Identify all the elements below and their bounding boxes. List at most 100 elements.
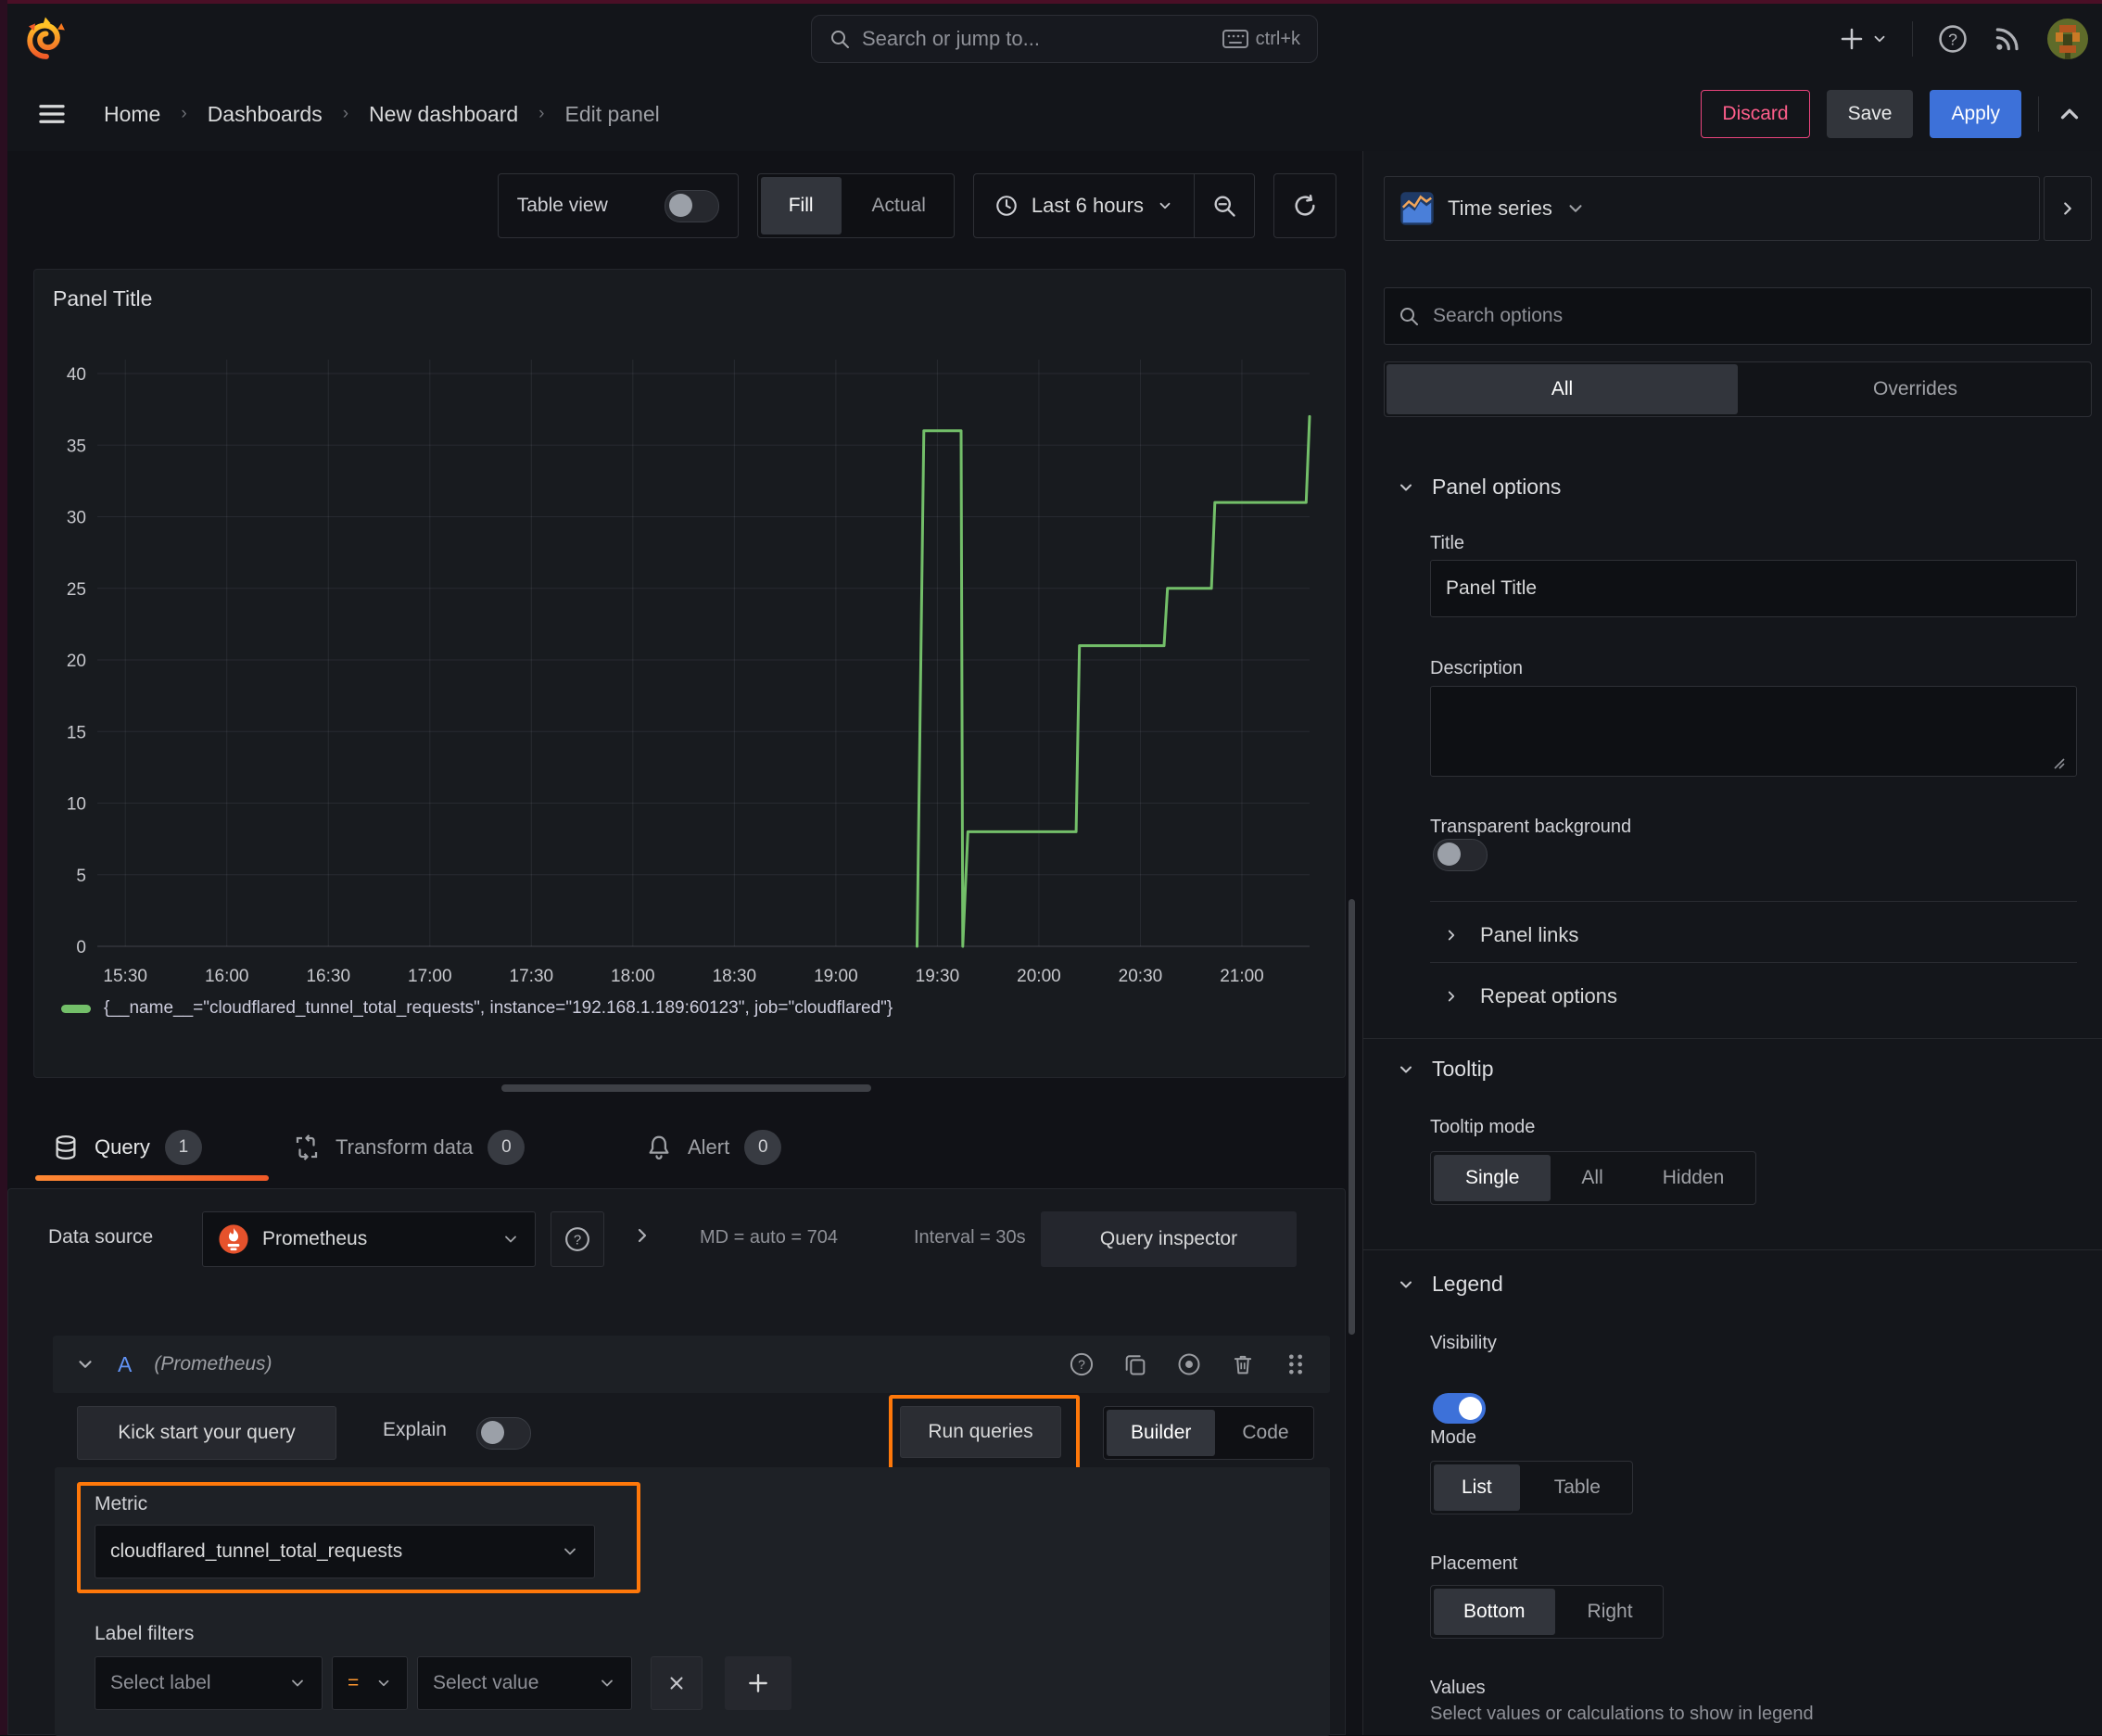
fill-option[interactable]: Fill [760, 177, 842, 234]
tab-alert[interactable]: Alert 0 [645, 1121, 782, 1173]
legend-series-swatch[interactable] [61, 1004, 91, 1013]
bell-icon [649, 1135, 669, 1159]
breadcrumb: Home › Dashboards › New dashboard › Edit… [104, 77, 660, 151]
visualization-picker[interactable]: Time series [1384, 176, 2040, 241]
section-divider [1363, 1249, 2102, 1250]
toggle-viz-picker-button[interactable] [2044, 176, 2092, 241]
code-option[interactable]: Code [1218, 1407, 1312, 1459]
panel-toolbar: Table view Fill Actual Last 6 hours [497, 173, 1336, 238]
builder-code-group: Builder Code [1103, 1406, 1314, 1460]
duplicate-query-icon[interactable] [1122, 1351, 1148, 1377]
tab-query[interactable]: Query 1 [52, 1121, 202, 1173]
panel-options-header[interactable]: Panel options [1397, 475, 1561, 500]
select-value-dropdown[interactable]: Select value [417, 1656, 632, 1710]
news-button[interactable] [1993, 24, 2022, 54]
metric-select[interactable]: cloudflared_tunnel_total_requests [95, 1525, 595, 1578]
chevron-down-icon [292, 1679, 303, 1687]
chevron-down-icon [1569, 205, 1582, 212]
breadcrumb-separator: › [538, 104, 545, 123]
tab-transform[interactable]: Transform data 0 [293, 1121, 526, 1173]
select-label-dropdown[interactable]: Select label [95, 1656, 323, 1710]
tab-all[interactable]: All [1387, 364, 1738, 414]
tooltip-mode-group: Single All Hidden [1430, 1151, 1757, 1205]
builder-option[interactable]: Builder [1107, 1410, 1216, 1456]
apply-button[interactable]: Apply [1930, 90, 2021, 138]
options-search-input[interactable] [1431, 304, 2078, 328]
discard-button[interactable]: Discard [1701, 90, 1810, 138]
user-avatar[interactable] [2046, 18, 2089, 60]
svg-text:19:00: 19:00 [814, 967, 858, 986]
add-filter-button[interactable] [725, 1656, 791, 1710]
breadcrumb-home[interactable]: Home [104, 102, 160, 127]
remove-filter-button[interactable] [651, 1656, 703, 1710]
data-source-help-button[interactable]: ? [551, 1211, 604, 1267]
title-label: Title [1430, 533, 1465, 553]
nav-divider [1912, 20, 1913, 57]
tooltip-header[interactable]: Tooltip [1397, 1057, 1493, 1082]
tooltip-all-option[interactable]: All [1553, 1152, 1630, 1204]
query-help-icon[interactable]: ? [1069, 1351, 1095, 1377]
horizontal-scrollbar[interactable] [501, 1084, 871, 1092]
vertical-scrollbar[interactable] [1349, 899, 1355, 1335]
title-field[interactable] [1444, 577, 2063, 601]
panel-preview: Panel Title 15:30 16:00 16:30 17:00 17:30 18:… [33, 269, 1346, 1078]
chevron-down-icon [1400, 1281, 1412, 1287]
options-search[interactable] [1384, 287, 2092, 345]
tooltip-hidden-option[interactable]: Hidden [1631, 1152, 1756, 1204]
legend-visibility-toggle[interactable] [1433, 1393, 1486, 1424]
run-queries-button[interactable]: Run queries [900, 1406, 1061, 1458]
tooltip-mode-label: Tooltip mode [1430, 1117, 1536, 1137]
legend-table-option[interactable]: Table [1523, 1462, 1632, 1514]
search-icon [831, 31, 849, 48]
chevron-down-icon[interactable] [75, 1354, 95, 1375]
breadcrumb-separator: › [342, 104, 349, 123]
query-options-expand[interactable] [631, 1224, 653, 1247]
zoom-out-button[interactable] [1195, 174, 1254, 237]
svg-text:15:30: 15:30 [103, 967, 147, 986]
tab-overrides[interactable]: Overrides [1740, 362, 2091, 416]
explain-toggle[interactable] [476, 1417, 531, 1450]
resize-handle-icon[interactable] [2051, 755, 2066, 770]
kick-start-button[interactable]: Kick start your query [77, 1406, 336, 1460]
placement-right-option[interactable]: Right [1558, 1586, 1663, 1638]
breadcrumb-new-dashboard[interactable]: New dashboard [369, 102, 518, 127]
svg-text:40: 40 [67, 365, 86, 385]
legend-series-name[interactable]: {__name__="cloudflared_tunnel_total_requ… [104, 998, 893, 1019]
fill-actual-group: Fill Actual [756, 173, 955, 238]
query-row-header[interactable]: A (Prometheus) ? [53, 1336, 1330, 1393]
delete-query-icon[interactable] [1230, 1351, 1256, 1377]
placement-label: Placement [1430, 1553, 1518, 1574]
svg-text:16:30: 16:30 [306, 967, 350, 986]
window-edge-left [0, 0, 7, 1735]
chevron-down-icon [505, 1235, 516, 1243]
time-range-button[interactable]: Last 6 hours [974, 174, 1194, 237]
legend-header[interactable]: Legend [1397, 1272, 1503, 1297]
transparent-bg-toggle[interactable] [1433, 839, 1488, 871]
refresh-button[interactable] [1273, 173, 1336, 238]
chevron-down-icon [378, 1679, 389, 1687]
placement-bottom-option[interactable]: Bottom [1434, 1589, 1555, 1635]
description-field[interactable] [1430, 686, 2077, 777]
collapse-header-button[interactable] [2056, 100, 2083, 128]
interval-stat: Interval = 30s [914, 1227, 1026, 1248]
query-inspector-button[interactable]: Query inspector [1041, 1211, 1297, 1267]
svg-text:17:00: 17:00 [408, 967, 452, 986]
panel-links-section[interactable]: Panel links [1443, 923, 1578, 947]
data-source-picker[interactable]: Prometheus [202, 1211, 536, 1267]
table-view-toggle[interactable] [664, 189, 719, 222]
tooltip-single-option[interactable]: Single [1434, 1155, 1551, 1201]
time-picker-group: Last 6 hours [972, 173, 1255, 238]
menu-toggle[interactable] [35, 97, 69, 131]
help-button[interactable]: ? [1937, 23, 1969, 55]
global-search-input[interactable]: Search or jump to... ctrl+k [811, 15, 1318, 63]
drag-handle-icon[interactable] [1284, 1351, 1308, 1377]
repeat-options-section[interactable]: Repeat options [1443, 984, 1617, 1008]
hide-response-icon[interactable] [1176, 1351, 1202, 1377]
actual-option[interactable]: Actual [844, 174, 954, 237]
new-dashboard-button[interactable] [1838, 25, 1888, 53]
save-button[interactable]: Save [1826, 90, 1914, 138]
grafana-logo[interactable] [22, 14, 70, 62]
legend-list-option[interactable]: List [1434, 1464, 1520, 1511]
breadcrumb-dashboards[interactable]: Dashboards [208, 102, 323, 127]
operator-dropdown[interactable]: = [332, 1656, 408, 1710]
